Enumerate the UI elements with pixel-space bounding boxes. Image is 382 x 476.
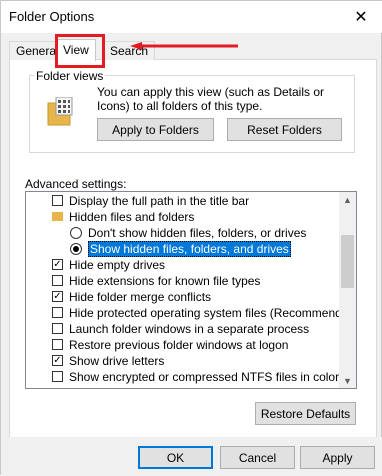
checkbox[interactable] (52, 195, 63, 207)
advanced-settings-list[interactable]: Display the full path in the title bar H… (25, 191, 357, 389)
setting-show-drive-letters[interactable]: ✓ Show drive letters (52, 353, 164, 369)
reset-folders-button[interactable]: Reset Folders (227, 118, 342, 141)
close-icon[interactable]: ✕ (339, 1, 382, 33)
checkbox[interactable] (52, 339, 63, 351)
folder-view-icon (47, 97, 73, 126)
setting-hide-empty-drives[interactable]: ✓ Hide empty drives (52, 257, 165, 273)
setting-label: Launch folder windows in a separate proc… (69, 322, 310, 336)
setting-show-hidden[interactable]: Show hidden files, folders, and drives (70, 241, 291, 257)
setting-hide-extensions[interactable]: Hide extensions for known file types (52, 273, 260, 289)
setting-label: Restore previous folder windows at logon (69, 338, 289, 352)
setting-label: Hidden files and folders (69, 210, 195, 224)
setting-display-full-path[interactable]: Display the full path in the title bar (52, 193, 249, 209)
setting-label: Show drive letters (69, 354, 165, 368)
setting-label-selected: Show hidden files, folders, and drives (88, 241, 291, 257)
folder-views-title: Folder views (34, 69, 106, 83)
scroll-down-icon[interactable]: ▼ (343, 376, 352, 386)
setting-launch-separate-process[interactable]: Launch folder windows in a separate proc… (52, 321, 309, 337)
folder-icon (52, 212, 63, 222)
folder-options-dialog: Folder Options ✕ General View Search Fol… (0, 0, 382, 476)
highlight-box (55, 34, 105, 68)
checkbox-checked[interactable]: ✓ (52, 291, 63, 303)
setting-hide-protected-files[interactable]: Hide protected operating system files (R… (52, 305, 357, 321)
scroll-up-icon[interactable]: ▲ (343, 195, 352, 205)
setting-label: Hide empty drives (69, 258, 166, 272)
setting-label: Show encrypted or compressed NTFS files … (69, 370, 340, 384)
setting-label: Don't show hidden files, folders, or dri… (88, 226, 307, 240)
ok-button[interactable]: OK (138, 446, 213, 469)
apply-to-folders-button[interactable]: Apply to Folders (97, 118, 214, 141)
apply-button[interactable]: Apply (300, 446, 375, 469)
setting-show-encrypted-color[interactable]: Show encrypted or compressed NTFS files … (52, 369, 339, 385)
setting-restore-windows[interactable]: Restore previous folder windows at logon (52, 337, 288, 353)
checkbox[interactable] (52, 275, 63, 287)
advanced-settings-label: Advanced settings: (25, 177, 127, 191)
scrollbar-thumb[interactable] (341, 235, 354, 288)
setting-label: Display the full path in the title bar (69, 194, 250, 208)
setting-hidden-files-folder: Hidden files and folders (52, 209, 194, 225)
checkbox[interactable] (52, 371, 63, 383)
highlight-arrow (130, 42, 238, 50)
setting-label: Hide extensions for known file types (69, 274, 261, 288)
radio-button-selected[interactable] (70, 242, 82, 255)
setting-label: Hide protected operating system files (R… (69, 306, 357, 320)
checkbox[interactable] (52, 323, 63, 335)
checkbox-checked[interactable]: ✓ (52, 355, 63, 367)
setting-hide-merge-conflicts[interactable]: ✓ Hide folder merge conflicts (52, 289, 211, 305)
vertical-scrollbar[interactable]: ▲ ▼ (339, 192, 356, 388)
folder-views-description: You can apply this view (such as Details… (97, 85, 325, 113)
checkbox[interactable] (52, 307, 63, 319)
window-title: Folder Options (9, 9, 95, 24)
cancel-button[interactable]: Cancel (220, 446, 295, 469)
setting-dont-show-hidden[interactable]: Don't show hidden files, folders, or dri… (70, 225, 306, 241)
checkbox-checked[interactable]: ✓ (52, 259, 63, 271)
restore-defaults-button[interactable]: Restore Defaults (255, 402, 356, 425)
radio-button[interactable] (70, 226, 82, 239)
setting-label: Hide folder merge conflicts (69, 290, 212, 304)
title-bar: Folder Options ✕ (1, 1, 382, 33)
